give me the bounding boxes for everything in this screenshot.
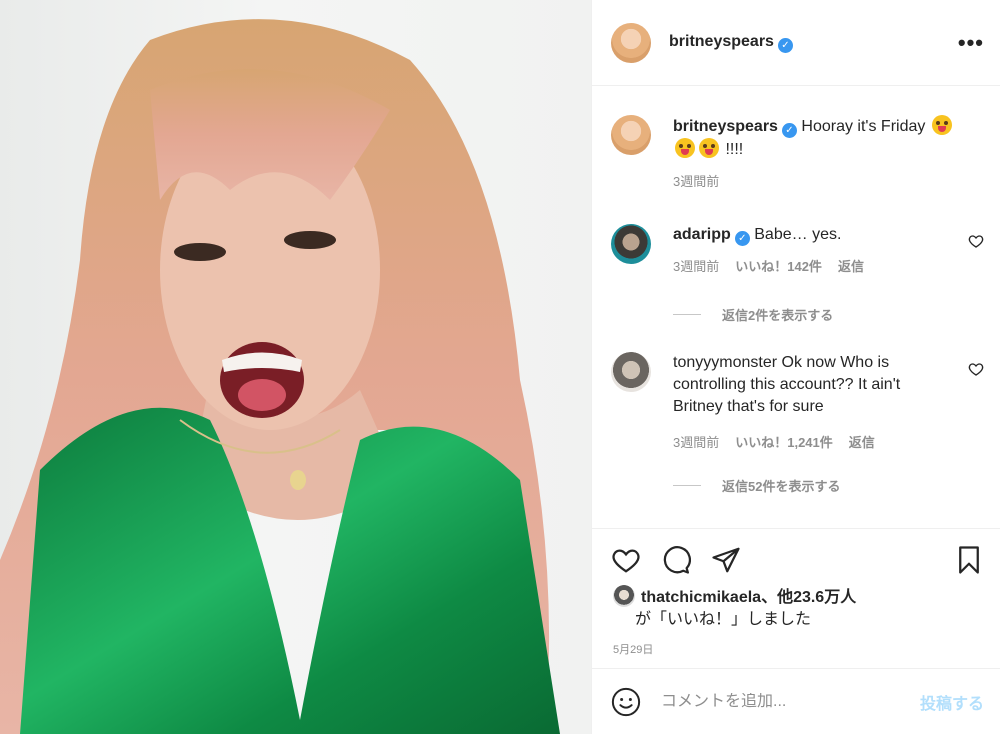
reply-button[interactable]: 返信	[849, 432, 875, 454]
bookmark-icon[interactable]	[954, 545, 984, 575]
likes-suffix: が「いいね！」しました	[635, 611, 812, 628]
commenter-username[interactable]: tonyyymonster	[673, 354, 777, 371]
paper-plane-icon[interactable]	[711, 545, 741, 575]
comment-likes[interactable]: いいね！142件	[735, 256, 822, 278]
comment-time[interactable]: 3週間前	[673, 256, 719, 278]
reply-button[interactable]: 返信	[838, 256, 864, 278]
caption-suffix: !!!!	[725, 141, 744, 158]
post-side-panel: britneyspears ✓ ••• britneyspears ✓ Hooray…	[591, 0, 1000, 734]
caption-username[interactable]: britneyspears	[673, 118, 778, 135]
verified-badge-icon: ✓	[781, 123, 797, 138]
comment-like-heart-icon[interactable]	[968, 233, 984, 249]
tongue-emoji-icon	[675, 138, 695, 158]
view-replies-label: 返信2件を表示する	[722, 308, 834, 323]
liker-username[interactable]: thatchicmikaela	[641, 589, 761, 606]
commenter-avatar[interactable]	[611, 352, 651, 392]
comment-item: adaripp ✓ Babe… yes. 3週間前 いいね！142件 返信	[611, 224, 984, 278]
author-avatar[interactable]	[611, 22, 651, 63]
verified-badge-icon: ✓	[777, 37, 793, 53]
comments-list[interactable]: britneyspears ✓ Hooray it's Friday !!!! 3…	[592, 87, 1000, 527]
post-header: britneyspears ✓ •••	[592, 0, 1000, 86]
liker-avatar[interactable]	[613, 585, 635, 607]
caption: britneyspears ✓ Hooray it's Friday !!!! 3…	[611, 115, 984, 193]
divider	[673, 485, 701, 486]
post-actions: thatchicmikaela、他23.6万人 が「いいね！」しました 5月29…	[592, 528, 1000, 668]
likes-others[interactable]: 、他23.6万人	[761, 589, 856, 606]
likes-summary: thatchicmikaela、他23.6万人 が「いいね！」しました	[613, 585, 984, 631]
author-name-wrap: britneyspears ✓	[669, 33, 958, 53]
commenter-username[interactable]: adaripp	[673, 226, 731, 243]
comment-icon[interactable]	[661, 545, 691, 575]
add-comment-bar: 投稿する	[592, 668, 1000, 734]
post-comment-button[interactable]: 投稿する	[920, 690, 984, 714]
comment-like-heart-icon[interactable]	[968, 361, 984, 377]
comment-input[interactable]	[661, 692, 920, 711]
caption-time[interactable]: 3週間前	[673, 171, 719, 193]
action-icon-row	[611, 545, 984, 575]
post-date[interactable]: 5月29日	[613, 641, 653, 657]
more-options-icon[interactable]: •••	[958, 30, 984, 56]
comment-time[interactable]: 3週間前	[673, 432, 719, 454]
photo-illustration	[0, 19, 560, 734]
comment-likes[interactable]: いいね！1,241件	[735, 432, 833, 454]
view-replies-button[interactable]: 返信2件を表示する	[673, 305, 833, 324]
comment-item: tonyyymonster Ok now Who is controlling …	[611, 352, 984, 454]
comment-text: Babe… yes.	[754, 226, 842, 243]
divider	[673, 314, 701, 315]
view-replies-button[interactable]: 返信52件を表示する	[673, 476, 840, 495]
post-photo[interactable]	[0, 0, 591, 734]
smiley-icon[interactable]	[611, 687, 641, 717]
verified-badge-icon: ✓	[734, 231, 750, 246]
tongue-emoji-icon	[931, 115, 952, 135]
view-replies-label: 返信52件を表示する	[722, 479, 841, 494]
tongue-emoji-icon	[699, 138, 719, 158]
heart-icon[interactable]	[611, 545, 641, 575]
caption-text: Hooray it's Friday	[801, 118, 926, 135]
author-username[interactable]: britneyspears	[669, 33, 774, 50]
caption-avatar[interactable]	[611, 115, 651, 155]
commenter-avatar[interactable]	[611, 224, 651, 264]
